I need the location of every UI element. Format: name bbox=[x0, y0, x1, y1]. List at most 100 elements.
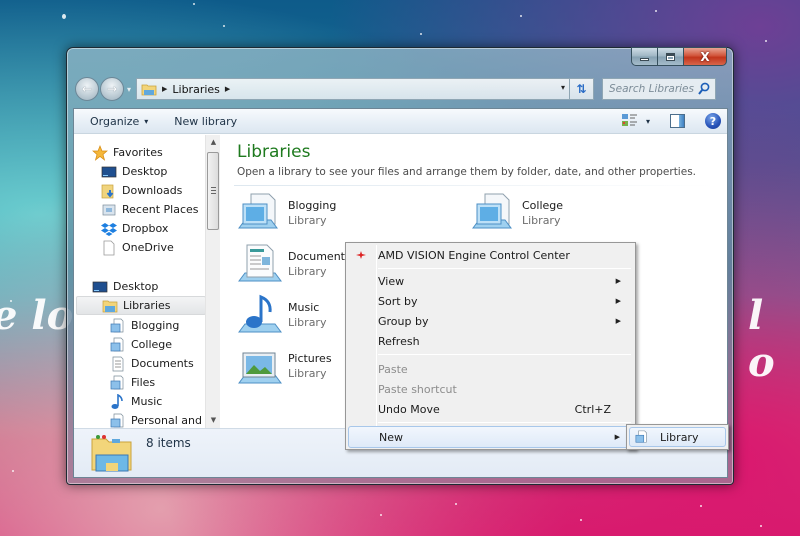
wallpaper-star bbox=[580, 519, 582, 521]
minimize-button[interactable] bbox=[631, 47, 657, 66]
wallpaper-star bbox=[62, 14, 66, 19]
documents-icon bbox=[110, 356, 126, 372]
menu-item-label: New bbox=[379, 430, 403, 444]
downloads-icon bbox=[101, 183, 117, 199]
menu-item-amd-vision[interactable]: AMD VISION Engine Control Center bbox=[348, 245, 633, 265]
help-icon[interactable]: ? bbox=[705, 113, 721, 129]
wallpaper-star bbox=[223, 25, 225, 27]
new-library-label: New library bbox=[174, 114, 238, 128]
sidebar-item-blogging[interactable]: Blogging bbox=[110, 316, 179, 335]
new-library-button[interactable]: New library bbox=[174, 115, 237, 128]
sidebar-item-dropbox[interactable]: Dropbox bbox=[101, 219, 168, 238]
sidebar-item-libraries[interactable]: Libraries bbox=[76, 296, 206, 315]
library-item-college[interactable]: College Library bbox=[471, 192, 671, 242]
change-view-icon[interactable] bbox=[621, 114, 638, 128]
amd-icon bbox=[356, 251, 366, 259]
forward-button[interactable]: → bbox=[100, 77, 124, 101]
menu-item-label: Library bbox=[660, 430, 699, 444]
menu-item-new-library[interactable]: Library bbox=[629, 427, 726, 447]
refresh-button[interactable]: ⇅ bbox=[570, 78, 594, 100]
scroll-thumb[interactable] bbox=[207, 152, 219, 230]
menu-item-refresh[interactable]: Refresh bbox=[348, 331, 633, 351]
close-button[interactable]: X bbox=[683, 47, 727, 66]
dropbox-icon bbox=[101, 221, 117, 237]
libraries-folder-icon bbox=[141, 83, 157, 96]
close-icon: X bbox=[700, 49, 710, 64]
submenu-arrow-icon: ▶ bbox=[615, 317, 621, 325]
organize-button[interactable]: Organize ▾ bbox=[90, 115, 148, 128]
page-description: Open a library to see your files and arr… bbox=[237, 166, 696, 178]
wallpaper-star bbox=[12, 470, 14, 472]
menu-item-paste[interactable]: Paste bbox=[348, 359, 633, 379]
sidebar-item-label: Blogging bbox=[131, 319, 180, 332]
navigation-pane: Favorites Desktop Downloads Recent Place… bbox=[74, 135, 222, 428]
sidebar-favorites[interactable]: Favorites bbox=[92, 143, 163, 162]
wallpaper-star bbox=[420, 33, 422, 35]
music-icon bbox=[238, 294, 282, 333]
menu-item-view[interactable]: View ▶ bbox=[348, 271, 633, 291]
item-count: 8 items bbox=[146, 436, 191, 450]
sidebar-item-label: Music bbox=[131, 395, 163, 408]
menu-separator bbox=[378, 422, 631, 423]
sidebar-item-label: College bbox=[131, 338, 173, 351]
library-type: Library bbox=[288, 367, 327, 380]
search-icon[interactable] bbox=[698, 82, 710, 96]
menu-item-label: AMD VISION Engine Control Center bbox=[378, 248, 570, 262]
libraries-folder-icon bbox=[91, 435, 132, 472]
library-icon bbox=[472, 193, 512, 229]
breadcrumb-libraries[interactable]: Libraries bbox=[172, 83, 220, 96]
submenu-arrow-icon: ▶ bbox=[615, 277, 621, 285]
breadcrumb-expand-icon[interactable]: ▶ bbox=[225, 85, 230, 93]
libraries-folder-icon bbox=[102, 298, 118, 314]
view-options-dropdown[interactable]: ▾ bbox=[646, 117, 650, 126]
sidebar-item-college[interactable]: College bbox=[110, 335, 172, 354]
sidebar-item-label: Libraries bbox=[123, 299, 171, 312]
chevron-down-icon: ▾ bbox=[144, 116, 149, 126]
sidebar-item-documents[interactable]: Documents bbox=[110, 354, 194, 373]
scroll-up-icon[interactable]: ▲ bbox=[206, 135, 221, 150]
back-button[interactable]: ← bbox=[75, 77, 99, 101]
preview-pane-icon[interactable] bbox=[670, 114, 685, 128]
sidebar-item-personal[interactable]: Personal and D bbox=[110, 411, 214, 428]
menu-item-label: Sort by bbox=[378, 294, 418, 308]
sidebar-item-music[interactable]: Music bbox=[110, 392, 162, 411]
menu-item-new[interactable]: New ▶ bbox=[348, 426, 633, 448]
recent-pages-button[interactable]: ▾ bbox=[124, 85, 134, 94]
menu-item-sort-by[interactable]: Sort by ▶ bbox=[348, 291, 633, 311]
library-name: Documents bbox=[288, 250, 351, 263]
sidebar-item-files[interactable]: Files bbox=[110, 373, 155, 392]
sidebar-item-desktop[interactable]: Desktop bbox=[101, 162, 167, 181]
menu-item-paste-shortcut[interactable]: Paste shortcut bbox=[348, 379, 633, 399]
library-icon bbox=[110, 375, 126, 391]
sidebar-item-downloads[interactable]: Downloads bbox=[101, 181, 182, 200]
scroll-down-icon[interactable]: ▼ bbox=[206, 413, 221, 428]
wallpaper-star bbox=[193, 3, 195, 5]
sidebar-scrollbar[interactable]: ▲ ▼ bbox=[205, 135, 220, 428]
sidebar-favorites-label: Favorites bbox=[113, 146, 163, 159]
address-bar[interactable]: ▶ Libraries ▶ ▾ bbox=[136, 78, 570, 100]
search-box[interactable] bbox=[602, 78, 716, 100]
library-name: Pictures bbox=[288, 352, 332, 365]
maximize-button[interactable] bbox=[657, 47, 683, 66]
page-title: Libraries bbox=[237, 142, 311, 162]
breadcrumb-separator-icon: ▶ bbox=[162, 85, 168, 93]
menu-item-undo-move[interactable]: Undo Move Ctrl+Z bbox=[348, 399, 633, 419]
library-item-blogging[interactable]: Blogging Library bbox=[237, 192, 437, 242]
menu-item-group-by[interactable]: Group by ▶ bbox=[348, 311, 633, 331]
search-input[interactable] bbox=[609, 83, 695, 95]
library-icon bbox=[635, 430, 647, 443]
menu-separator bbox=[378, 354, 631, 355]
library-type: Library bbox=[522, 214, 561, 227]
address-history-dropdown[interactable]: ▾ bbox=[561, 83, 565, 92]
library-name: Music bbox=[288, 301, 320, 314]
sidebar-item-recent-places[interactable]: Recent Places bbox=[101, 200, 199, 219]
library-type: Library bbox=[288, 214, 327, 227]
sidebar-item-label: Dropbox bbox=[122, 222, 169, 235]
submenu-arrow-icon: ▶ bbox=[614, 433, 620, 441]
library-icon bbox=[110, 413, 126, 429]
toolbar-right: ▾ ? bbox=[621, 113, 721, 129]
sidebar-item-desktop-root[interactable]: Desktop bbox=[92, 277, 158, 296]
navigation-bar: ← → ▾ ▶ Libraries ▶ ▾ ⇅ bbox=[75, 76, 725, 102]
desktop-icon bbox=[92, 279, 108, 295]
sidebar-item-onedrive[interactable]: OneDrive bbox=[101, 238, 174, 257]
